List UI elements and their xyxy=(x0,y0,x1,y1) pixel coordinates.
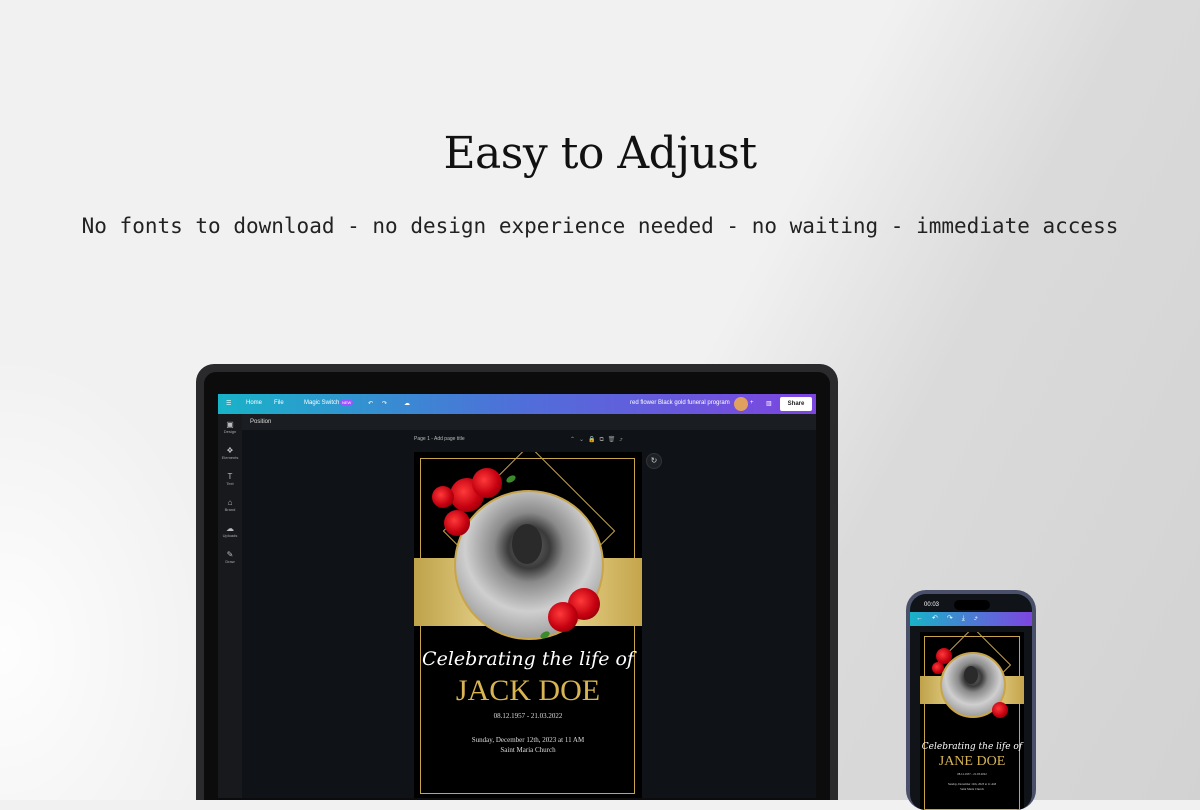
phone-program-canvas[interactable]: Celebrating the life of JANE DOE 08.12.1… xyxy=(920,632,1024,810)
phone-program-dates[interactable]: 08.12.1957 - 21.03.2022 xyxy=(920,772,1024,776)
headline: Easy to Adjust xyxy=(443,128,757,179)
share-button[interactable]: Share xyxy=(780,397,812,411)
laptop: ☰ Home File Magic Switch NEW ↶ ↷ ☁ red f… xyxy=(196,364,838,800)
file-menu[interactable]: File xyxy=(274,400,284,406)
editor-topbar: ☰ Home File Magic Switch NEW ↶ ↷ ☁ red f… xyxy=(218,394,816,414)
page-title[interactable]: Page 1 - Add page title xyxy=(414,436,465,442)
home-link[interactable]: Home xyxy=(246,400,262,406)
redo-icon[interactable]: ↷ xyxy=(382,400,387,407)
draw-icon: ✎ xyxy=(226,550,234,559)
sidebar-item-label: Uploads xyxy=(222,533,238,538)
rose xyxy=(548,602,578,632)
program-service[interactable]: Sunday, December 12th, 2023 at 11 AM xyxy=(414,736,642,744)
program-canvas[interactable]: Celebrating the life of JACK DOE 08.12.1… xyxy=(414,452,642,798)
cloud-save-icon[interactable]: ☁ xyxy=(404,400,410,407)
position-toolbar: Position xyxy=(242,414,816,430)
sidebar-item-design[interactable]: ▣ Design xyxy=(218,420,242,434)
sidebar-item-elements[interactable]: ❖ Elements xyxy=(218,446,242,460)
sidebar-item-draw[interactable]: ✎ Draw xyxy=(218,550,242,564)
program-dates[interactable]: 08.12.1957 - 21.03.2022 xyxy=(414,712,642,720)
sidebar-item-label: Design xyxy=(223,429,237,434)
phone: 00:03 ←↶↷⤓⤴ Celebrating the life of JANE… xyxy=(906,590,1036,810)
portrait-face xyxy=(964,666,978,684)
rose xyxy=(444,510,470,536)
editor-sidebar: ▣ Design ❖ Elements T Text ⌂ Brand ☁ Uploads … xyxy=(218,414,242,798)
rose xyxy=(432,486,454,508)
design-icon: ▣ xyxy=(226,420,234,429)
phone-toolbar-icons[interactable]: ←↶↷⤓⤴ xyxy=(916,614,1026,623)
refresh-icon[interactable]: ↻ xyxy=(646,453,662,469)
undo-icon[interactable]: ↶ xyxy=(368,400,373,407)
add-collaborator-icon[interactable]: + xyxy=(750,400,754,406)
magic-switch-button[interactable]: Magic Switch xyxy=(304,400,339,406)
phone-program-script-text[interactable]: Celebrating the life of xyxy=(920,742,1024,752)
phone-time: 00:03 xyxy=(924,602,940,608)
rose xyxy=(932,662,944,674)
dynamic-island xyxy=(954,600,990,610)
portrait-face xyxy=(512,524,542,564)
sidebar-item-label: Elements xyxy=(221,455,239,460)
sidebar-item-label: Draw xyxy=(225,559,235,564)
share-label: Share xyxy=(787,401,805,407)
program-place[interactable]: Saint Maria Church xyxy=(414,746,642,754)
subline: No fonts to download - no design experie… xyxy=(81,214,1119,238)
rose xyxy=(992,702,1008,718)
uploads-icon: ☁ xyxy=(226,524,234,533)
document-title[interactable]: red flower Black gold funeral program xyxy=(630,400,730,406)
phone-program-place[interactable]: Saint Maria Church xyxy=(920,787,1024,791)
program-script-text[interactable]: Celebrating the life of xyxy=(414,648,642,670)
sidebar-item-uploads[interactable]: ☁ Uploads xyxy=(218,524,242,538)
sidebar-item-label: Brand xyxy=(224,507,236,512)
phone-screen: 00:03 ←↶↷⤓⤴ Celebrating the life of JANE… xyxy=(910,594,1032,810)
elements-icon: ❖ xyxy=(226,446,234,455)
insights-icon[interactable]: ▥ xyxy=(766,400,772,407)
phone-program-service[interactable]: Sunday, December 12th, 2023 at 11 AM xyxy=(920,782,1024,786)
program-name[interactable]: JACK DOE xyxy=(414,674,642,708)
phone-program-name[interactable]: JANE DOE xyxy=(920,754,1024,770)
rose xyxy=(472,468,502,498)
page-actions-icons[interactable]: ⌃⌄🔒⧉🗑⤴ xyxy=(570,436,627,444)
position-button[interactable]: Position xyxy=(250,419,271,425)
text-icon: T xyxy=(227,472,233,481)
sidebar-item-text[interactable]: T Text xyxy=(218,472,242,486)
editor-screen: ☰ Home File Magic Switch NEW ↶ ↷ ☁ red f… xyxy=(218,394,816,798)
sidebar-item-label: Text xyxy=(226,481,234,486)
menu-icon[interactable]: ☰ xyxy=(226,400,231,407)
new-badge: NEW xyxy=(340,400,354,405)
avatar[interactable] xyxy=(734,397,748,411)
brand-icon: ⌂ xyxy=(227,498,233,507)
sidebar-item-brand[interactable]: ⌂ Brand xyxy=(218,498,242,512)
